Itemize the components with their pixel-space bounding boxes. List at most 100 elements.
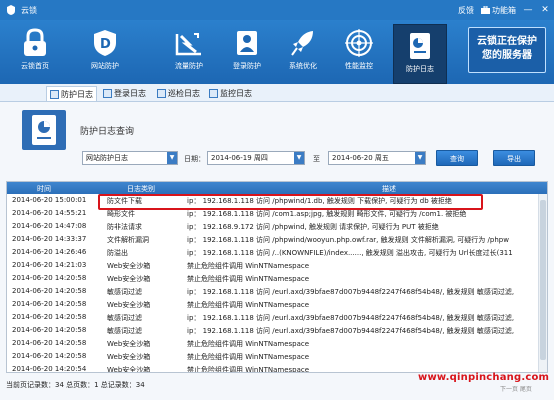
shield-d-icon: D: [94, 30, 116, 56]
toolbar-home[interactable]: 云锁首页: [8, 22, 62, 82]
features-label: 功能箱: [492, 5, 516, 15]
app-title: 云锁: [21, 5, 37, 15]
cell-type: Web安全沙箱: [107, 366, 151, 373]
cell-desc: ip： 192.168.9.172 访问 /phpwind, 触发规则 请求保护…: [187, 223, 439, 231]
tab-inspection-log[interactable]: 巡检日志: [154, 86, 203, 101]
document-chart-icon: [410, 33, 430, 59]
tab-login-log[interactable]: 登录日志: [100, 86, 149, 101]
radar-icon: [345, 29, 373, 57]
calendar-dropdown-icon: ▼: [294, 152, 304, 164]
table-row[interactable]: 2014-06-20 14:21:03 Web安全沙箱 禁止危险组件调用 WinNT…: [7, 259, 538, 271]
scrollbar-thumb[interactable]: [540, 200, 546, 360]
table-row[interactable]: 2014-06-20 14:20:58 敏感词过滤 ip： 192.168.1.11…: [7, 285, 538, 297]
date-to-picker[interactable]: 2014-06-20 周五 ▼: [328, 151, 426, 165]
cell-time: 2014-06-20 14:20:54: [12, 365, 87, 373]
toolbar-monitor-label: 性能监控: [345, 62, 373, 70]
cell-type: Web安全沙箱: [107, 353, 151, 361]
calendar-dropdown-icon: ▼: [415, 152, 425, 164]
table-row[interactable]: 2014-06-20 14:20:58 Web安全沙箱 禁止危险组件调用 WinNT…: [7, 272, 538, 284]
cell-time: 2014-06-20 14:20:58: [12, 339, 87, 347]
cell-time: 2014-06-20 14:47:08: [12, 222, 87, 230]
log-tab-icon: [103, 89, 112, 98]
toolbar-monitor[interactable]: 性能监控: [332, 22, 386, 82]
cell-desc: ip： 192.168.1.118 访问 /eurl.axd/39bfae87d…: [187, 327, 515, 335]
table-row[interactable]: 2014-06-20 14:20:58 敏感词过滤 ip： 192.168.1.11…: [7, 311, 538, 323]
cell-type: 文件解析漏洞: [107, 236, 149, 244]
cell-time: 2014-06-20 15:00:01: [12, 196, 87, 204]
toolbar-website[interactable]: D 网站防护: [78, 22, 132, 82]
table-row[interactable]: 2014-06-20 14:20:58 Web安全沙箱 禁止危险组件调用 WinNT…: [7, 350, 538, 362]
cell-desc: ip： 192.168.1.118 访问 /..(KNOWNFILE)/inde…: [187, 249, 513, 257]
cell-desc: ip： 192.168.1.118 访问 /com1.asp;jpg, 触发规则…: [187, 210, 467, 218]
table-row[interactable]: 2014-06-20 14:33:37 文件解析漏洞 ip： 192.168.1.1…: [7, 233, 538, 245]
table-row[interactable]: 2014-06-20 14:20:58 Web安全沙箱 禁止危险组件调用 WinNT…: [7, 298, 538, 310]
log-tab-icon: [157, 89, 166, 98]
date-from-picker[interactable]: 2014-06-19 周四 ▼: [207, 151, 305, 165]
toolbar-log[interactable]: 防护日志: [393, 24, 447, 84]
table-row[interactable]: 2014-06-20 14:47:08 防非法请求 ip： 192.168.9.17…: [7, 220, 538, 232]
cell-type: Web安全沙箱: [107, 301, 151, 309]
vertical-scrollbar[interactable]: [538, 194, 547, 372]
col-desc[interactable]: 描述: [382, 184, 396, 194]
chevron-down-icon: ▼: [167, 152, 177, 164]
watermark: www.qinpinchang.com: [418, 372, 550, 383]
date-from-value: 2014-06-19 周四: [211, 154, 268, 162]
cell-time: 2014-06-20 14:26:46: [12, 248, 87, 256]
cell-time: 2014-06-20 14:21:03: [12, 261, 87, 269]
cell-time: 2014-06-20 14:20:58: [12, 287, 87, 295]
table-row[interactable]: 2014-06-20 14:26:46 防溢出 ip： 192.168.1.118 …: [7, 246, 538, 258]
cell-desc: 禁止危险组件调用 WinNTNamespace: [187, 301, 310, 309]
log-tab-icon: [209, 89, 218, 98]
cell-time: 2014-06-20 14:20:58: [12, 300, 87, 308]
pager-links[interactable]: 下一页 尾页: [500, 384, 532, 393]
traffic-icon: [175, 33, 201, 56]
toolbar-traffic-label: 流量防护: [175, 62, 203, 70]
cell-desc: ip： 192.168.1.118 访问 /phpwind/wooyun.php…: [187, 236, 509, 244]
tab-monitor-log[interactable]: 监控日志: [206, 86, 255, 101]
cell-type: Web安全沙箱: [107, 262, 151, 270]
app-logo-icon: [7, 5, 15, 15]
cell-desc: ip： 192.168.1.118 访问 /eurl.axd/39bfae87d…: [187, 314, 515, 322]
cell-type: 敏感词过滤: [107, 314, 142, 322]
log-query-icon: [22, 110, 66, 150]
toolbox-icon: [481, 6, 490, 14]
table-row[interactable]: 2014-06-20 14:20:58 敏感词过滤 ip： 192.168.1.11…: [7, 324, 538, 336]
feedback-button[interactable]: 反馈: [458, 5, 474, 16]
toolbar-traffic[interactable]: 流量防护: [162, 22, 216, 82]
close-button[interactable]: ✕: [540, 5, 550, 15]
highlight-box: [98, 194, 483, 210]
table-header: 时间 日志类别 描述: [7, 182, 547, 194]
toolbar-login-label: 登录防护: [233, 62, 261, 70]
lock-icon: [24, 28, 46, 56]
record-count-status: 当前页记录数：34 总页数：1 总记录数：34: [6, 381, 145, 389]
toolbar-log-label: 防护日志: [406, 65, 434, 73]
cell-time: 2014-06-20 14:20:58: [12, 274, 87, 282]
tab-label: 监控日志: [220, 89, 252, 98]
log-type-select[interactable]: 网站防护日志 ▼: [82, 151, 178, 165]
col-type[interactable]: 日志类别: [127, 184, 155, 194]
query-button[interactable]: 查询: [436, 150, 478, 166]
title-bar: 云锁 反馈 功能箱 — ✕: [0, 0, 554, 20]
cell-type: Web安全沙箱: [107, 340, 151, 348]
cell-type: 敏感词过滤: [107, 327, 142, 335]
tab-protection-log[interactable]: 防护日志: [46, 86, 97, 101]
toolbar-optimize[interactable]: 系统优化: [276, 22, 330, 82]
cell-time: 2014-06-20 14:20:58: [12, 326, 87, 334]
user-shield-icon: [237, 31, 257, 55]
col-time[interactable]: 时间: [37, 184, 51, 194]
toolbar-website-label: 网站防护: [91, 62, 119, 70]
log-tabs: 防护日志 登录日志 巡检日志 监控日志: [0, 84, 554, 102]
cell-time: 2014-06-20 14:20:58: [12, 352, 87, 360]
minimize-button[interactable]: —: [523, 5, 533, 15]
svg-text:D: D: [100, 37, 111, 52]
cell-time: 2014-06-20 14:33:37: [12, 235, 87, 243]
cell-time: 2014-06-20 14:55:21: [12, 209, 87, 217]
table-row[interactable]: 2014-06-20 14:20:58 Web安全沙箱 禁止危险组件调用 WinNT…: [7, 337, 538, 349]
protection-status-banner: 云锁正在保护 您的服务器: [468, 27, 546, 73]
features-button[interactable]: 功能箱: [481, 5, 516, 16]
to-label: 至: [313, 155, 320, 163]
tab-label: 登录日志: [114, 89, 146, 98]
toolbar-login[interactable]: 登录防护: [220, 22, 274, 82]
export-button[interactable]: 导出: [493, 150, 535, 166]
tab-label: 巡检日志: [168, 89, 200, 98]
